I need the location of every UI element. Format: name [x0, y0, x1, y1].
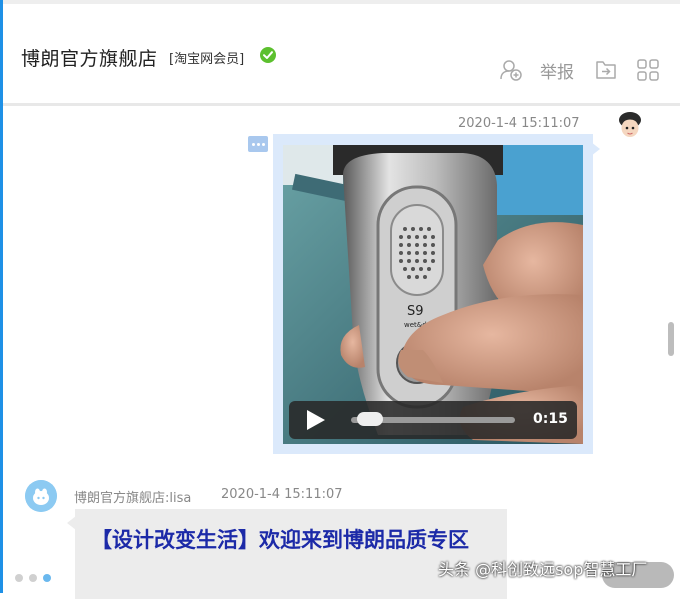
member-tag: [淘宝网会员]	[169, 52, 245, 67]
video-player[interactable]: S9 wet&dry 0:15	[283, 145, 583, 444]
shop-message-text[interactable]: 【设计改变生活】欢迎来到博朗品质专区	[91, 523, 491, 557]
video-model-label: S9	[407, 304, 424, 319]
chat-scrollbar-thumb[interactable]	[668, 322, 674, 356]
my-message-timestamp: 2020-1-4 15:11:07	[458, 116, 580, 131]
add-contact-icon[interactable]	[499, 58, 523, 82]
video-controls: 0:15	[289, 401, 577, 439]
play-icon[interactable]	[307, 410, 325, 430]
user-avatar[interactable]	[615, 110, 645, 140]
transfer-icon[interactable]	[594, 58, 618, 82]
report-button[interactable]: 举报	[540, 58, 574, 83]
video-duration: 0:15	[533, 411, 568, 427]
shop-text-message: 【设计改变生活】欢迎来到博朗品质专区	[75, 509, 507, 599]
video-frame-shaver: S9 wet&dry	[283, 145, 583, 444]
shop-message-timestamp: 2020-1-4 15:11:07	[221, 487, 343, 502]
my-bubble-tail	[591, 142, 600, 156]
video-progress-thumb[interactable]	[357, 412, 384, 426]
verified-check-icon	[260, 47, 276, 63]
chat-area[interactable]: 2020-1-4 15:11:07 S9 wet&dry 0:15 博朗官方旗舰…	[3, 106, 663, 599]
shop-name[interactable]: 博朗官方旗舰店	[21, 44, 158, 71]
shop-avatar[interactable]	[25, 480, 57, 512]
chat-header: 博朗官方旗舰店 [淘宝网会员] 举报	[3, 4, 680, 104]
watermark-text: 头条 @科创致远sop智慧工厂	[438, 560, 648, 579]
message-more-icon[interactable]	[248, 136, 268, 152]
grid-apps-icon[interactable]	[636, 58, 660, 82]
typing-indicator	[15, 571, 65, 583]
shop-sender-name: 博朗官方旗舰店:lisa	[74, 491, 192, 506]
my-video-message: S9 wet&dry 0:15	[273, 134, 593, 454]
